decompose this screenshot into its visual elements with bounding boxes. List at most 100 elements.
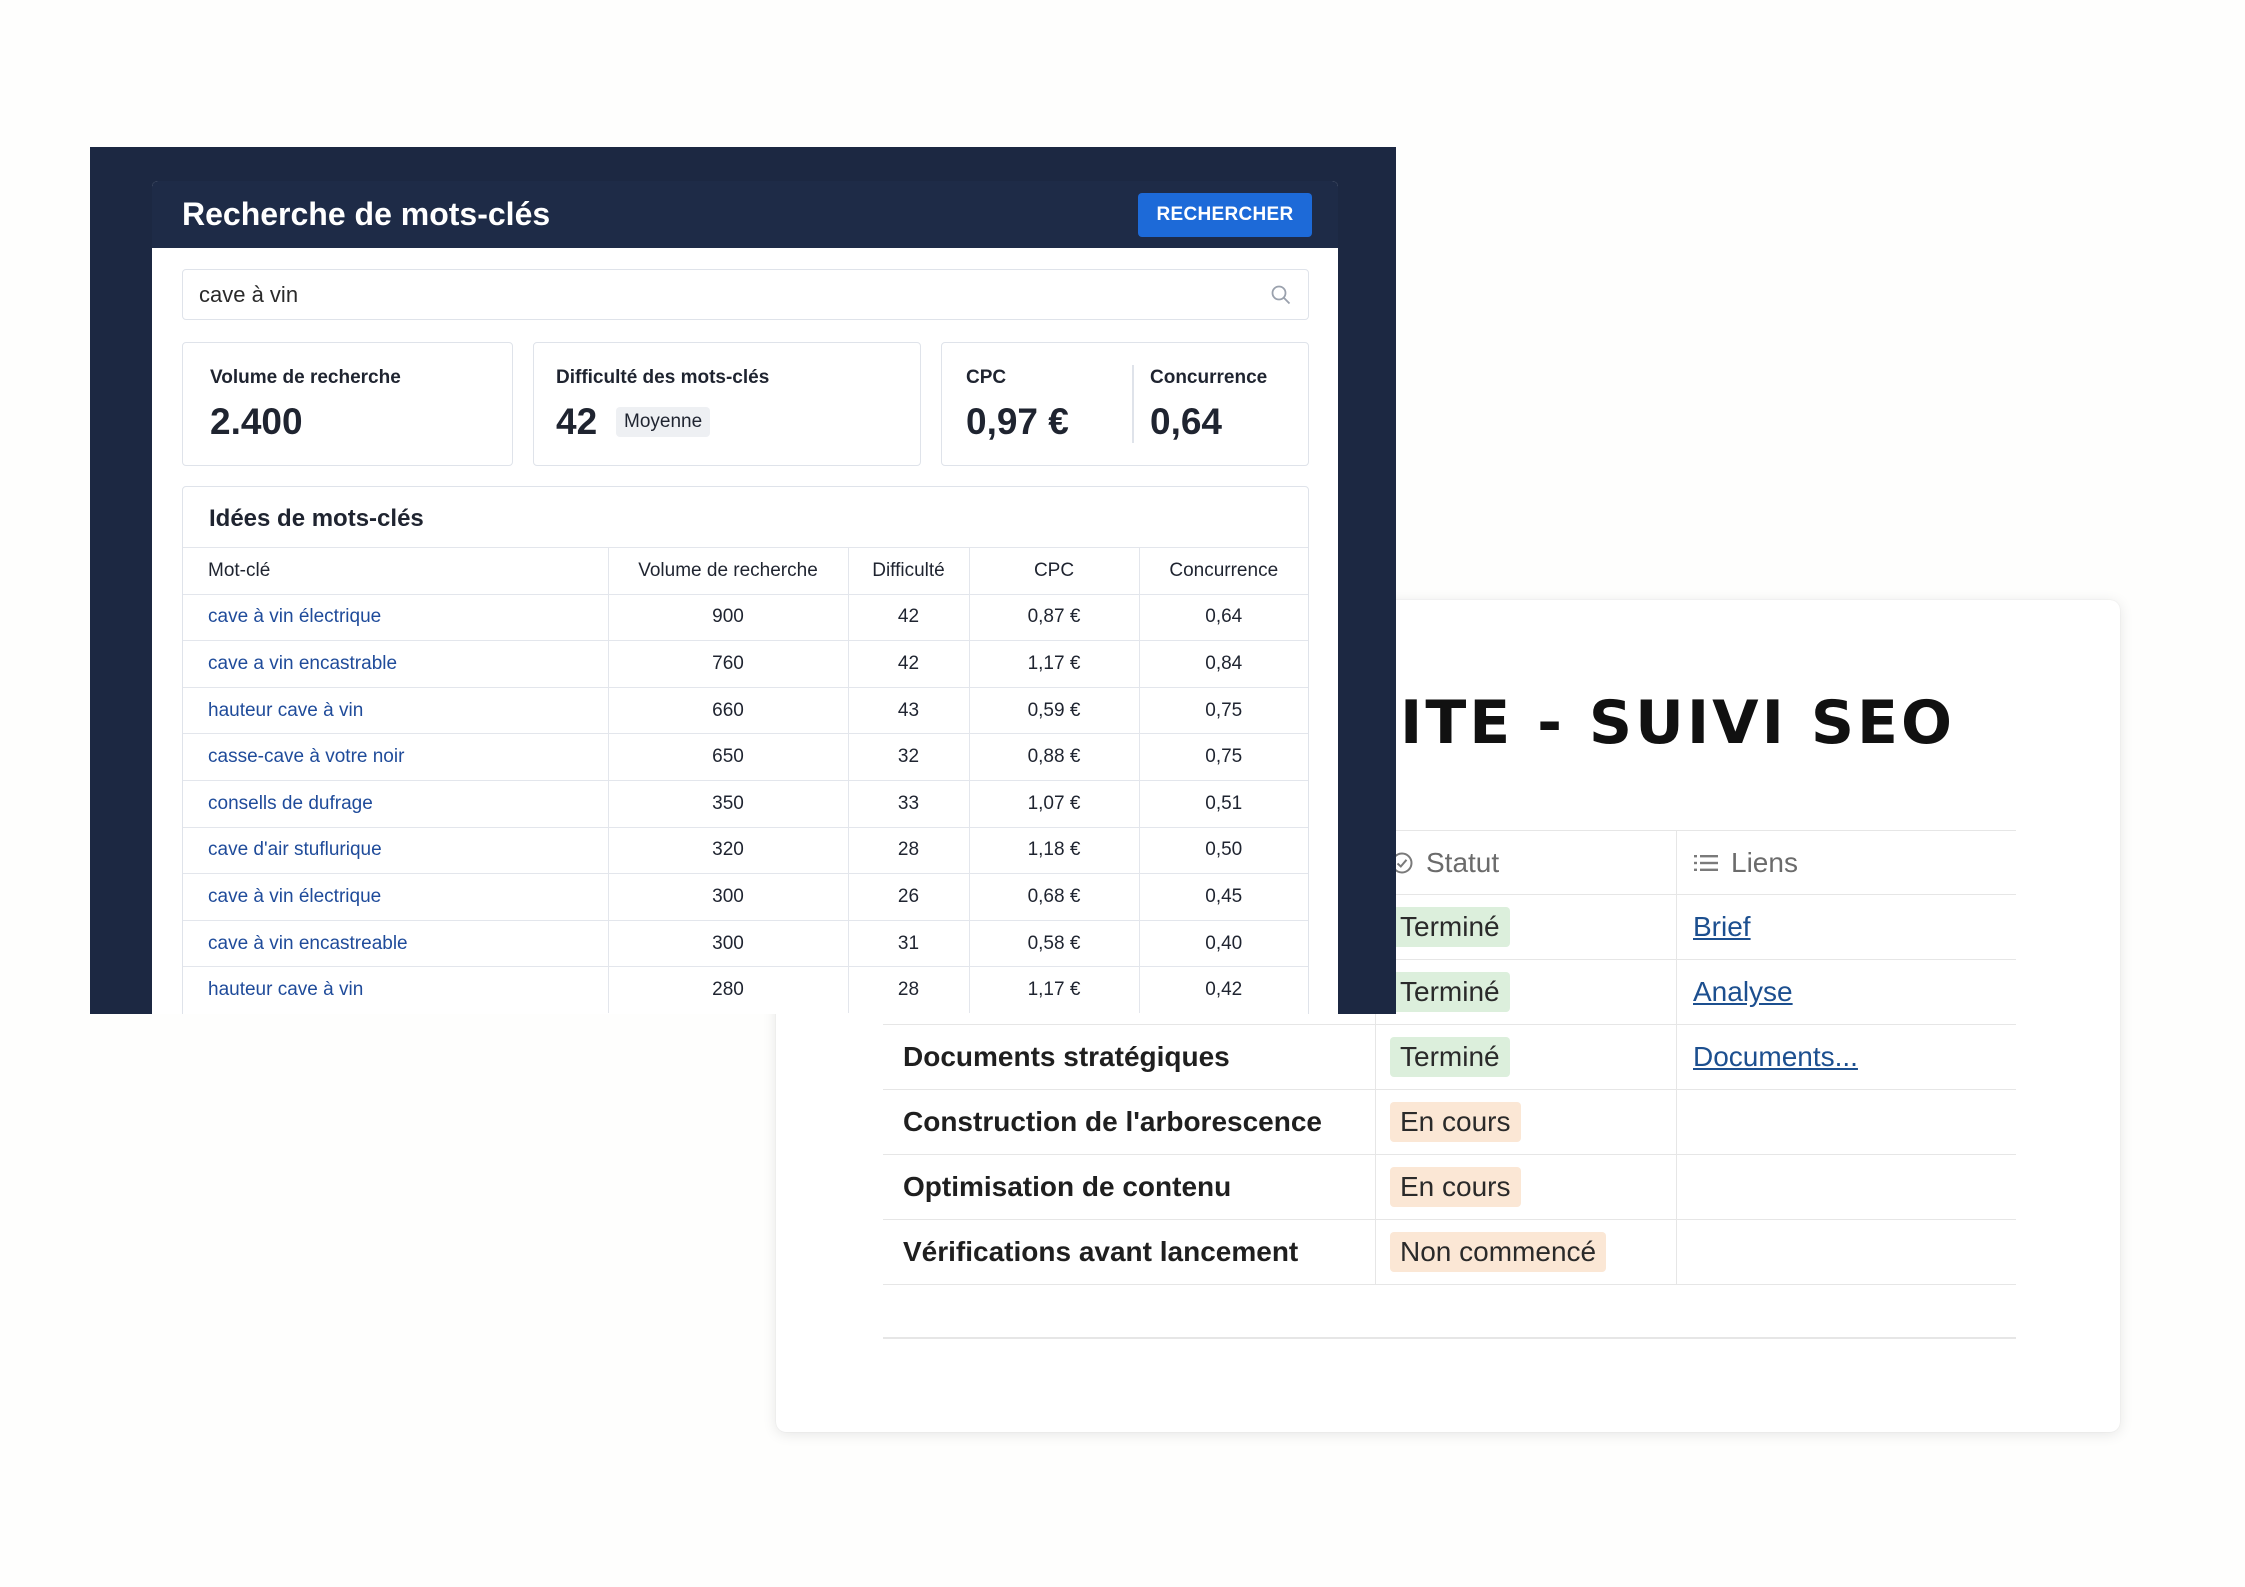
table-divider	[883, 1337, 2016, 1339]
column-header[interactable]: Volume de recherche	[608, 547, 849, 595]
column-header[interactable]: Difficulté	[848, 547, 970, 595]
volume-cell: 280	[608, 966, 849, 1014]
keyword-ideas-table: Mot-clé Volume de recherche Difficulté C…	[183, 547, 1308, 1014]
metric-value: 0,97 €	[966, 401, 1069, 442]
cpc-cell: 1,18 €	[969, 826, 1140, 874]
status-badge[interactable]: En cours	[1390, 1167, 1521, 1207]
task-name: Documents stratégiques	[883, 1025, 1376, 1089]
panel-title: Recherche de mots-clés	[182, 196, 551, 232]
documents-link[interactable]: Documents...	[1693, 1041, 1858, 1073]
status-badge[interactable]: En cours	[1390, 1102, 1521, 1142]
task-name: Optimisation de contenu	[883, 1155, 1376, 1219]
difficulty-cell: 28	[848, 826, 970, 874]
table-row[interactable]: casse-cave à votre noir 650 32 0,88 € 0,…	[183, 733, 1308, 781]
cpc-cell: 1,17 €	[969, 640, 1140, 688]
brief-link[interactable]: Brief	[1693, 911, 1751, 943]
keyword-link[interactable]: cave à vin encastreable	[183, 919, 609, 967]
volume-cell: 660	[608, 686, 849, 734]
difficulty-cell: 32	[848, 733, 970, 781]
cpc-cell: 1,17 €	[969, 966, 1140, 1014]
volume-cell: 650	[608, 733, 849, 781]
difficulty-badge: Moyenne	[616, 407, 711, 437]
table-row[interactable]: cave à vin encastreable 300 31 0,58 € 0,…	[183, 919, 1308, 967]
task-name: Vérifications avant lancement	[883, 1220, 1376, 1284]
status-badge[interactable]: Terminé	[1390, 1037, 1510, 1077]
links-cell-empty[interactable]	[1677, 1220, 2016, 1284]
analyse-link[interactable]: Analyse	[1693, 976, 1793, 1008]
table-row[interactable]: hauteur cave à vin 280 28 1,17 € 0,42	[183, 966, 1308, 1014]
competition-cell: 0,75	[1139, 686, 1308, 734]
cpc-cell: 0,68 €	[969, 873, 1140, 921]
status-badge[interactable]: Non commencé	[1390, 1232, 1607, 1272]
volume-cell: 320	[608, 826, 849, 874]
difficulty-cell: 42	[848, 640, 970, 688]
metric-label: Difficulté des mots-clés	[556, 367, 770, 388]
keyword-search-input[interactable]: cave à vin	[182, 269, 1309, 320]
seo-row[interactable]: Documents stratégiques Terminé Documents…	[883, 1025, 2016, 1090]
links-header-label: Liens	[1731, 846, 1798, 878]
competition-cell: 0,64	[1139, 593, 1308, 641]
panel-header: Recherche de mots-clés RECHERCHER	[152, 181, 1338, 248]
column-header[interactable]: Concurrence	[1139, 547, 1308, 595]
table-row[interactable]: hauteur cave à vin 660 43 0,59 € 0,75	[183, 686, 1308, 734]
table-row[interactable]: consells de dufrage 350 33 1,07 € 0,51	[183, 779, 1308, 828]
cpc-cell: 0,58 €	[969, 919, 1140, 967]
cpc-cell: 0,87 €	[969, 593, 1140, 641]
table-row[interactable]: cave à vin électrique 900 42 0,87 € 0,64	[183, 593, 1308, 641]
cpc-cell: 0,59 €	[969, 686, 1140, 734]
difficulty-cell: 28	[848, 966, 970, 1014]
table-row[interactable]: cave a vin encastrable 760 42 1,17 € 0,8…	[183, 640, 1308, 688]
keyword-research-panel: Recherche de mots-clés RECHERCHER cave à…	[152, 181, 1338, 1014]
status-header-label: Statut	[1426, 846, 1500, 878]
links-column-header[interactable]: Liens	[1677, 831, 2016, 894]
status-column-header[interactable]: Statut	[1376, 831, 1677, 894]
difficulty-cell: 42	[848, 593, 970, 641]
keyword-research-window: Recherche de mots-clés RECHERCHER cave à…	[90, 147, 1396, 1014]
search-input-value[interactable]: cave à vin	[199, 282, 1270, 308]
keyword-link[interactable]: hauteur cave à vin	[183, 966, 609, 1014]
difficulty-cell: 26	[848, 873, 970, 921]
competition-cell: 0,75	[1139, 733, 1308, 781]
seo-row[interactable]: Vérifications avant lancement Non commen…	[883, 1220, 2016, 1285]
task-name: Construction de l'arborescence	[883, 1090, 1376, 1154]
status-badge[interactable]: Terminé	[1390, 972, 1510, 1012]
keyword-link[interactable]: cave à vin électrique	[183, 593, 609, 641]
metric-label: Volume de recherche	[210, 367, 401, 388]
metric-divider	[1132, 365, 1134, 443]
search-icon[interactable]	[1270, 284, 1292, 306]
column-header[interactable]: CPC	[969, 547, 1140, 595]
seo-row[interactable]: Construction de l'arborescence En cours	[883, 1090, 2016, 1155]
keyword-link[interactable]: consells de dufrage	[183, 779, 609, 828]
competition-cell: 0,51	[1139, 779, 1308, 828]
links-cell-empty[interactable]	[1677, 1090, 2016, 1154]
keyword-link[interactable]: hauteur cave à vin	[183, 686, 609, 734]
volume-cell: 760	[608, 640, 849, 688]
seo-row[interactable]: Optimisation de contenu En cours	[883, 1155, 2016, 1220]
search-button[interactable]: RECHERCHER	[1138, 192, 1312, 237]
metric-label: CPC	[966, 367, 1007, 388]
table-row[interactable]: cave à vin électrique 300 26 0,68 € 0,45	[183, 873, 1308, 921]
metric-label: Concurrence	[1150, 367, 1268, 388]
cpc-cell: 1,07 €	[969, 779, 1140, 828]
keyword-link[interactable]: cave d'air stuflurique	[183, 826, 609, 874]
table-header-row: Mot-clé Volume de recherche Difficulté C…	[183, 547, 1308, 595]
search-volume-card: Volume de recherche 2.400	[182, 342, 513, 466]
difficulty-cell: 33	[848, 779, 970, 828]
links-cell-empty[interactable]	[1677, 1155, 2016, 1219]
competition-cell: 0,45	[1139, 873, 1308, 921]
keyword-difficulty-card: Difficulté des mots-clés 42 Moyenne	[533, 342, 921, 466]
column-header[interactable]: Mot-clé	[183, 547, 609, 595]
keyword-link[interactable]: cave à vin électrique	[183, 873, 609, 921]
keyword-link[interactable]: cave a vin encastrable	[183, 640, 609, 688]
keyword-ideas-section: Idées de mots-clés Mot-clé Volume de rec…	[182, 486, 1309, 1014]
volume-cell: 900	[608, 593, 849, 641]
keyword-link[interactable]: casse-cave à votre noir	[183, 733, 609, 781]
difficulty-cell: 31	[848, 919, 970, 967]
metric-value: 0,64	[1150, 401, 1223, 442]
table-row[interactable]: cave d'air stuflurique 320 28 1,18 € 0,5…	[183, 826, 1308, 874]
seo-page-title: ITE - SUIVI SEO	[1400, 688, 1956, 758]
status-badge[interactable]: Terminé	[1390, 907, 1510, 947]
volume-cell: 350	[608, 779, 849, 828]
competition-cell: 0,40	[1139, 919, 1308, 967]
volume-cell: 300	[608, 919, 849, 967]
